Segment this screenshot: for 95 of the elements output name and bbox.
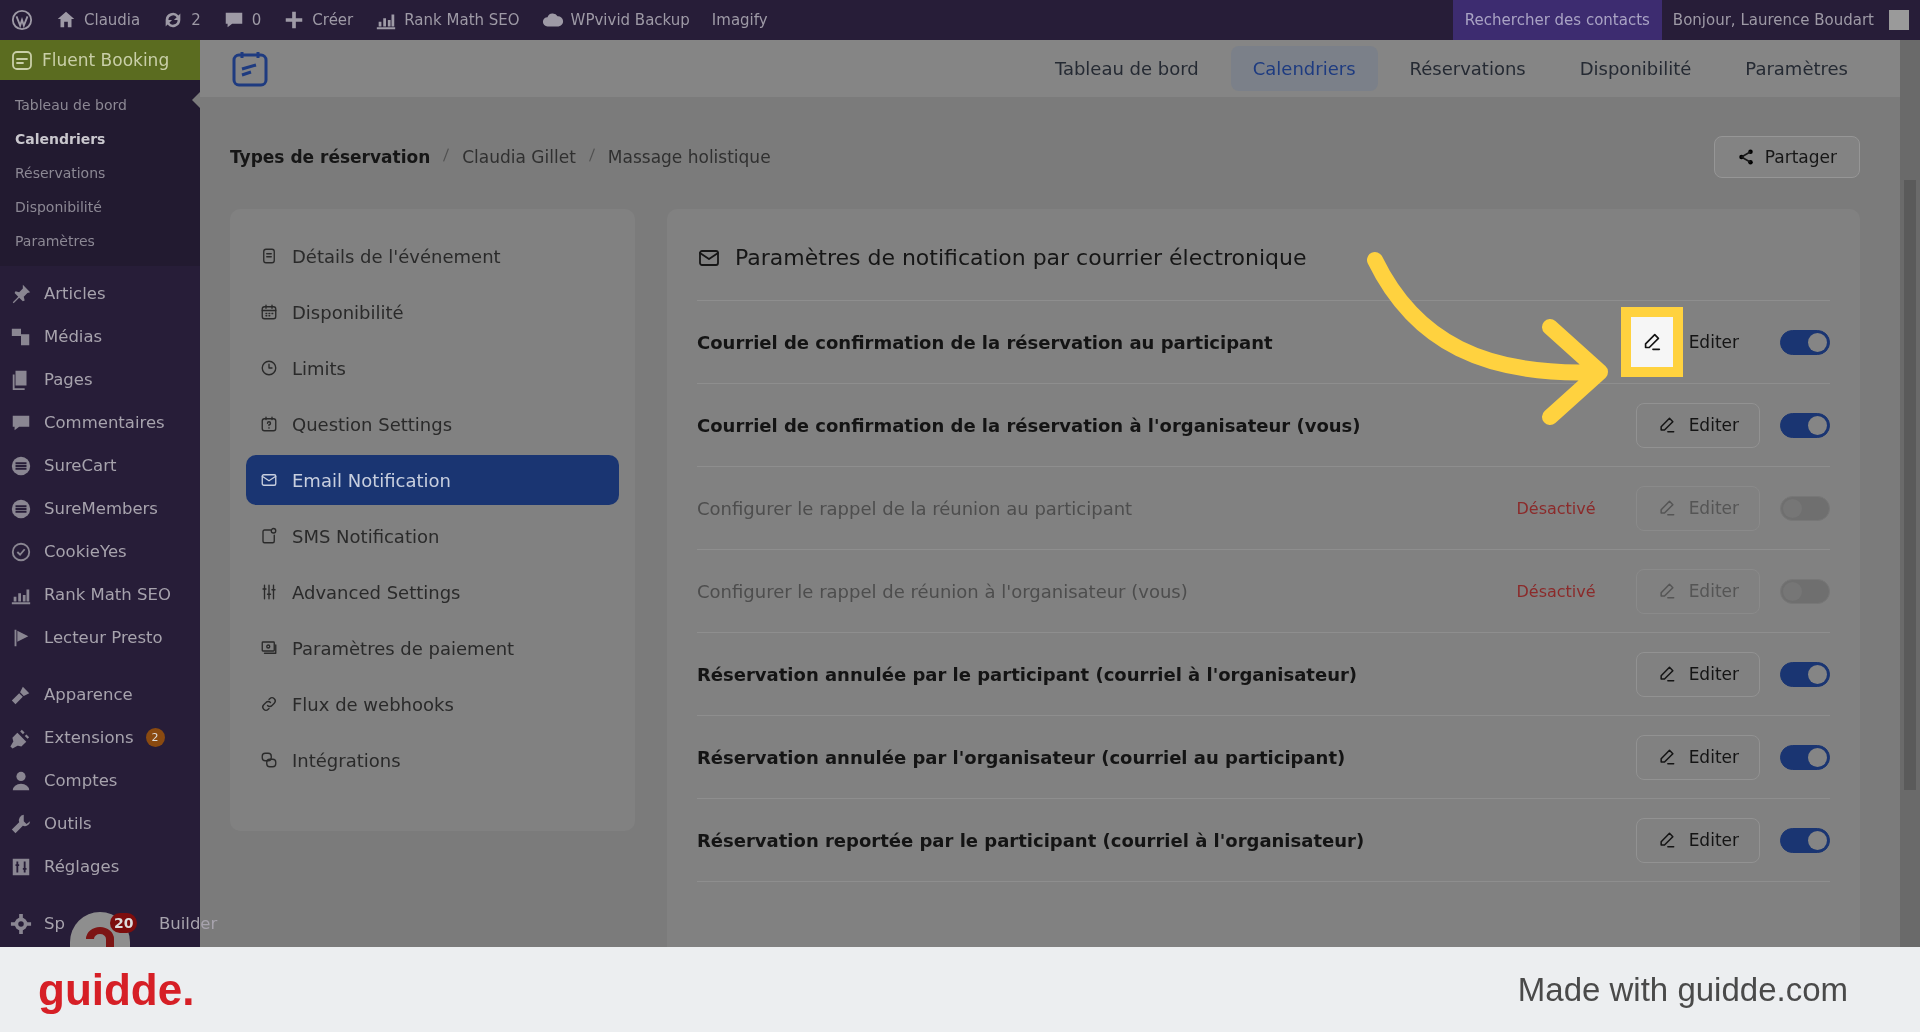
notification-label: Courriel de confirmation de la réservation à l'organisateur (vous): [697, 414, 1362, 436]
edit-button[interactable]: Editer: [1635, 651, 1760, 697]
striped-circle-icon: [10, 497, 32, 520]
toolbar-link[interactable]: Imagify: [711, 11, 768, 29]
notification-label: Courriel de confirmation de la réservation au participant: [697, 331, 1274, 353]
payment-icon: [260, 639, 278, 657]
calendar-note-icon: [10, 48, 34, 72]
phone-message-icon: [260, 527, 278, 545]
sidebar-menu-item[interactable]: SureMembers: [0, 487, 200, 530]
notification-label: Réservation annulée par le participant (courriel à l'organisateur): [697, 663, 1359, 685]
settings-menu-item[interactable]: Email Notification: [246, 455, 619, 505]
share-icon: [1736, 148, 1755, 166]
edit-button[interactable]: Editer: [1635, 402, 1760, 448]
sidebar-menu-item[interactable]: Commentaires: [0, 401, 200, 444]
breadcrumb-separator-icon: [442, 146, 451, 164]
sidebar-menu-item[interactable]: CookieYes: [0, 530, 200, 573]
nav-tab[interactable]: Réservations: [1387, 46, 1548, 91]
sidebar-menu-item[interactable]: Lecteur Presto: [0, 616, 200, 659]
sidebar-menu-item[interactable]: Apparence: [0, 673, 200, 716]
edit-button[interactable]: Editer: [1635, 817, 1760, 863]
menu-label[interactable]: Sp: [44, 914, 65, 933]
user-icon: [10, 769, 32, 792]
nav-tab[interactable]: Tableau de bord: [1032, 46, 1221, 91]
edit-button[interactable]: Editer: [1619, 307, 1760, 377]
toggle-switch[interactable]: [1780, 827, 1830, 853]
settings-menu-item[interactable]: Question Settings: [246, 399, 619, 449]
nav-tab[interactable]: Disponibilité: [1557, 46, 1714, 91]
notification-badge: 20: [110, 913, 138, 933]
submenu-item[interactable]: Tableau de bord: [0, 88, 200, 122]
status-text: Désactivé: [1516, 498, 1596, 518]
toolbar-link[interactable]: WPvivid Backup: [570, 11, 690, 29]
notification-label: Réservation reportée par le participant (courriel à l'organisateur): [697, 829, 1366, 851]
settings-menu-item[interactable]: Intégrations: [246, 735, 619, 785]
sliders-icon: [260, 583, 278, 601]
breadcrumb-link[interactable]: Types de réservation: [230, 147, 431, 167]
sidebar-menu-item[interactable]: Médias: [0, 315, 200, 358]
sidebar-menu-item[interactable]: SureCart: [0, 444, 200, 487]
avatar-icon: [1889, 10, 1909, 30]
sidebar-menu-item[interactable]: Outils: [0, 802, 200, 845]
gear-icon: [10, 912, 32, 935]
settings-menu-item[interactable]: Advanced Settings: [246, 567, 619, 617]
toggle-switch[interactable]: [1780, 412, 1830, 438]
calendar-icon: [260, 303, 278, 321]
credit-text: Made with guidde.com: [1517, 970, 1848, 1009]
contact-search-link[interactable]: Rechercher des contacts: [1452, 0, 1662, 40]
panel-title: Paramètres de notification par courrier électronique: [735, 245, 1307, 270]
settings-menu-item[interactable]: Paramètres de paiement: [246, 623, 619, 673]
nav-tab[interactable]: Calendriers: [1230, 46, 1378, 91]
nav-tab[interactable]: Paramètres: [1723, 46, 1870, 91]
submenu-item[interactable]: Calendriers: [0, 122, 200, 156]
clock-icon: [260, 359, 278, 377]
settings-menu-item[interactable]: Flux de webhooks: [246, 679, 619, 729]
sidebar-menu-item[interactable]: Comptes: [0, 759, 200, 802]
settings-menu-item[interactable]: Détails de l'événement: [246, 231, 619, 281]
brand-logo: guidde.: [38, 964, 195, 1015]
edit-button[interactable]: Editer: [1635, 734, 1760, 780]
notification-label: Réservation annulée par l'organisateur (courriel au participant): [697, 746, 1347, 768]
submenu-item[interactable]: Disponibilité: [0, 190, 200, 224]
cookie-icon: [10, 540, 32, 563]
toolbar-link[interactable]: Claudia: [84, 11, 141, 29]
settings-menu-item[interactable]: Disponibilité: [246, 287, 619, 337]
greeting-link[interactable]: Bonjour, Laurence Boudart: [1672, 11, 1874, 29]
sidebar-plugin-item[interactable]: Fluent Booking: [0, 40, 200, 80]
sidebar-menu-item[interactable]: Rank Math SEO: [0, 573, 200, 616]
widget-logo-icon: [86, 927, 114, 947]
sidebar-menu-item[interactable]: Réglages: [0, 845, 200, 888]
breadcrumb-separator-icon: [587, 146, 596, 164]
toggle-switch[interactable]: [1780, 661, 1830, 687]
integration-icon: [260, 751, 278, 769]
breadcrumb-link[interactable]: Claudia Gillet: [462, 147, 576, 167]
question-icon: [260, 415, 278, 433]
submenu-item[interactable]: Réservations: [0, 156, 200, 190]
menu-label[interactable]: Extensions: [44, 728, 134, 747]
status-text: Désactivé: [1516, 581, 1596, 601]
pushpin-icon: [10, 282, 32, 305]
toolbar-link[interactable]: 0: [251, 11, 262, 29]
breadcrumb-link[interactable]: Massage holistique: [607, 147, 771, 167]
envelope-icon: [260, 471, 278, 489]
toggle-switch[interactable]: [1780, 329, 1830, 355]
count-badge: 2: [145, 728, 165, 747]
wrench-icon: [10, 812, 32, 835]
submenu-item[interactable]: Paramètres: [0, 224, 200, 258]
striped-circle-icon: [10, 454, 32, 477]
toolbar-link[interactable]: Rank Math SEO: [404, 11, 520, 29]
wordpress-logo-icon[interactable]: [11, 9, 33, 31]
share-button[interactable]: Partager: [1713, 136, 1860, 178]
settings-menu-item[interactable]: Limits: [246, 343, 619, 393]
toolbar-link[interactable]: 2: [191, 11, 201, 29]
link-icon: [260, 695, 278, 713]
toggle-switch[interactable]: [1780, 744, 1830, 770]
document-icon: [260, 247, 278, 265]
sidebar-menu-item[interactable]: Articles: [0, 272, 200, 315]
toolbar-link[interactable]: Créer: [312, 11, 354, 29]
settings-menu-item[interactable]: SMS Notification: [246, 511, 619, 561]
sidebar-menu-item[interactable]: Pages: [0, 358, 200, 401]
